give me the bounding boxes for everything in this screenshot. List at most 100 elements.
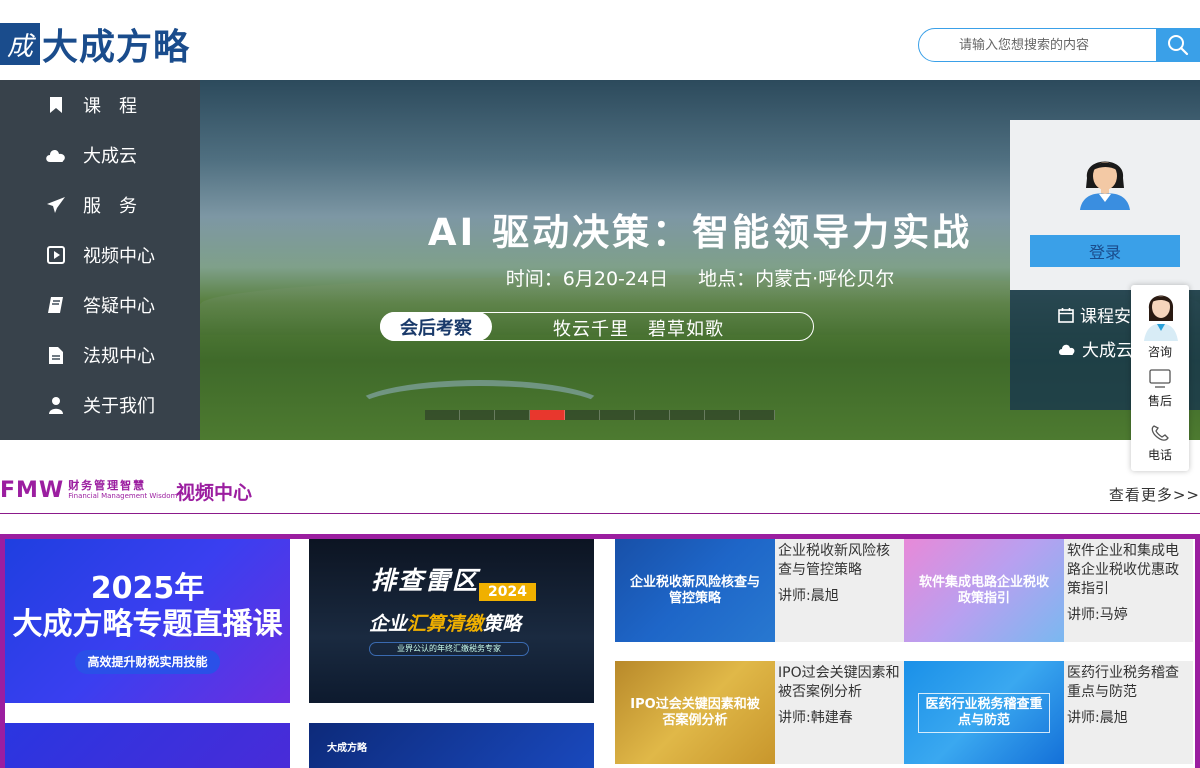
featured-video-4[interactable]: 大成方略 <box>309 723 594 768</box>
search-button[interactable] <box>1156 28 1199 62</box>
nav-item[interactable]: 关于我们 <box>0 380 200 430</box>
section-title: 视频中心 <box>176 482 253 504</box>
video-center-header: FMW 财务管理智慧 Financial Management Wisdom 视… <box>0 478 1200 514</box>
carousel-dot[interactable] <box>600 410 635 420</box>
carousel-dot[interactable] <box>565 410 600 420</box>
nav-item-label: 答疑中心 <box>83 296 155 317</box>
banner-time: 时间：6月20-24日 <box>505 268 669 290</box>
course-title: 企业税收新风险核查与管控策略 <box>778 543 890 578</box>
featured-pill: 高效提升财税实用技能 <box>75 650 220 674</box>
thumb-text: 软件集成电路企业税收政策指引 <box>918 574 1049 606</box>
login-button[interactable]: 登录 <box>1030 235 1180 267</box>
floating-contact-widget: 咨询 售后 电话 <box>1131 285 1189 471</box>
fmw-brand-cn: 财务管理智慧 <box>68 479 147 492</box>
course-lecturer: 讲师:马婷 <box>1067 607 1128 623</box>
side-navigation: 课 程大成云服 务视频中心答疑中心法规中心关于我们 <box>0 80 200 440</box>
nav-item-label: 服 务 <box>83 196 137 217</box>
course-thumbnail: 企业税收新风险核查与管控策略 <box>615 539 775 642</box>
hero-section: AI 驱动决策：智能领导力实战 时间：6月20-24日 地点：内蒙古·呼伦贝尔 … <box>0 80 1200 440</box>
nav-item-label: 课 程 <box>83 96 137 117</box>
sub-post: 策略 <box>483 613 522 635</box>
phone-icon <box>1151 425 1169 441</box>
featured-video-tax-settlement[interactable]: 排查雷区 2024 企业汇算清缴策略 业界公认的年终汇缴税务专家 <box>309 539 594 703</box>
fmw-subtitle: 财务管理智慧 Financial Management Wisdom <box>68 480 177 502</box>
monitor-icon <box>1149 369 1171 388</box>
year-badge: 2024 <box>479 583 536 601</box>
book-icon <box>44 296 68 314</box>
thumb-text: 企业税收新风险核查与管控策略 <box>629 574 760 606</box>
search-input[interactable] <box>919 29 1157 61</box>
cloud-icon <box>44 147 68 163</box>
carousel-dot[interactable] <box>635 410 670 420</box>
nav-item[interactable]: 大成云 <box>0 130 200 180</box>
featured-title: 2025年 大成方略专题直播课 <box>5 571 290 643</box>
file-icon <box>44 346 68 365</box>
course-card[interactable]: IPO过会关键因素和被否案例分析 IPO过会关键因素和被否案例分析 讲师:韩建春 <box>615 661 904 764</box>
carousel-dot[interactable] <box>495 410 530 420</box>
video-grid: 2025年 大成方略专题直播课 高效提升财税实用技能 排查雷区 2024 企业汇… <box>0 534 1200 768</box>
featured-title-line: 大成方略专题直播课 <box>12 607 283 642</box>
site-logo[interactable]: 成 大成方略 <box>0 18 190 70</box>
banner-place: 地点：内蒙古·呼伦贝尔 <box>698 268 895 290</box>
course-title: 医药行业税务稽查重点与防范 <box>1067 665 1179 700</box>
logo-text: 大成方略 <box>42 27 191 68</box>
carousel-dot[interactable] <box>670 410 705 420</box>
nav-item[interactable]: 服 务 <box>0 180 200 230</box>
nav-item-label: 视频中心 <box>83 246 155 267</box>
logo-mark: 成 <box>0 23 40 65</box>
login-card: 登录 <box>1010 120 1200 290</box>
thumb-text: 医药行业税务稽查重点与防范 <box>918 692 1050 733</box>
featured-video-3[interactable] <box>5 723 290 768</box>
banner-tag: 会后考察 <box>380 312 492 341</box>
course-lecturer: 讲师:韩建春 <box>778 710 853 726</box>
carousel-dot[interactable] <box>530 410 565 420</box>
nav-item-label: 法规中心 <box>83 346 155 367</box>
course-thumbnail: IPO过会关键因素和被否案例分析 <box>615 661 775 764</box>
sub-pre: 企业 <box>369 613 408 635</box>
play-square-icon <box>44 246 68 264</box>
course-lecturer: 讲师:晨旭 <box>1067 710 1128 726</box>
carousel-dot[interactable] <box>705 410 740 420</box>
course-card[interactable]: 企业税收新风险核查与管控策略 企业税收新风险核查与管控策略 讲师:晨旭 <box>615 539 904 642</box>
phone-label: 电话 <box>1147 448 1172 462</box>
course-card[interactable]: 医药行业税务稽查重点与防范 医药行业税务稽查重点与防范 讲师:晨旭 <box>904 661 1193 764</box>
nav-item[interactable]: 课 程 <box>0 80 200 130</box>
course-lecturer: 讲师:晨旭 <box>778 588 839 604</box>
carousel-dot[interactable] <box>740 410 775 420</box>
fmw-letters: FMW <box>0 478 65 503</box>
featured-title: 排查雷区 <box>371 566 480 595</box>
nav-item[interactable]: 法规中心 <box>0 330 200 380</box>
cloud-icon <box>1059 344 1075 355</box>
service-agent-icon <box>1144 295 1178 341</box>
nav-item[interactable]: 视频中心 <box>0 230 200 280</box>
course-card[interactable]: 软件集成电路企业税收政策指引 软件企业和集成电路企业税收优惠政策指引 讲师:马婷 <box>904 539 1193 642</box>
after-sales-label: 售后 <box>1147 394 1172 408</box>
featured-footnote: 业界公认的年终汇缴税务专家 <box>369 642 529 656</box>
user-avatar-icon <box>1080 161 1130 210</box>
bookmark-icon <box>44 96 68 114</box>
search-icon <box>1167 35 1188 56</box>
calendar-icon <box>1058 307 1074 323</box>
carousel-dot[interactable] <box>460 410 495 420</box>
paper-plane-icon <box>44 196 68 214</box>
carousel-dot[interactable] <box>425 410 460 420</box>
phone-button[interactable]: 电话 <box>1131 423 1189 463</box>
nav-item-label: 关于我们 <box>83 396 155 417</box>
fmw-brand-logo: FMW 财务管理智慧 Financial Management Wisdom <box>0 480 177 502</box>
thumb-text: IPO过会关键因素和被否案例分析 <box>630 696 760 728</box>
banner-pill: 会后考察 牧云千里 碧草如歌 <box>380 312 814 341</box>
nav-item-label: 大成云 <box>83 146 137 167</box>
view-more-link[interactable]: 查看更多>> <box>1109 484 1200 505</box>
carousel-indicators <box>425 410 775 420</box>
user-icon <box>44 396 68 414</box>
course-title: IPO过会关键因素和被否案例分析 <box>778 665 900 700</box>
nav-item[interactable]: 答疑中心 <box>0 280 200 330</box>
search-bar <box>918 28 1200 62</box>
after-sales-button[interactable]: 售后 <box>1131 369 1189 409</box>
course-title: 软件企业和集成电路企业税收优惠政策指引 <box>1067 543 1179 597</box>
course-thumbnail: 医药行业税务稽查重点与防范 <box>904 661 1064 764</box>
link-dacheng-cloud[interactable]: 大成云 <box>1058 336 1133 361</box>
featured-video-live-course[interactable]: 2025年 大成方略专题直播课 高效提升财税实用技能 <box>5 539 290 703</box>
featured-title-line: 2025年 <box>90 571 205 606</box>
course-thumbnail: 软件集成电路企业税收政策指引 <box>904 539 1064 642</box>
